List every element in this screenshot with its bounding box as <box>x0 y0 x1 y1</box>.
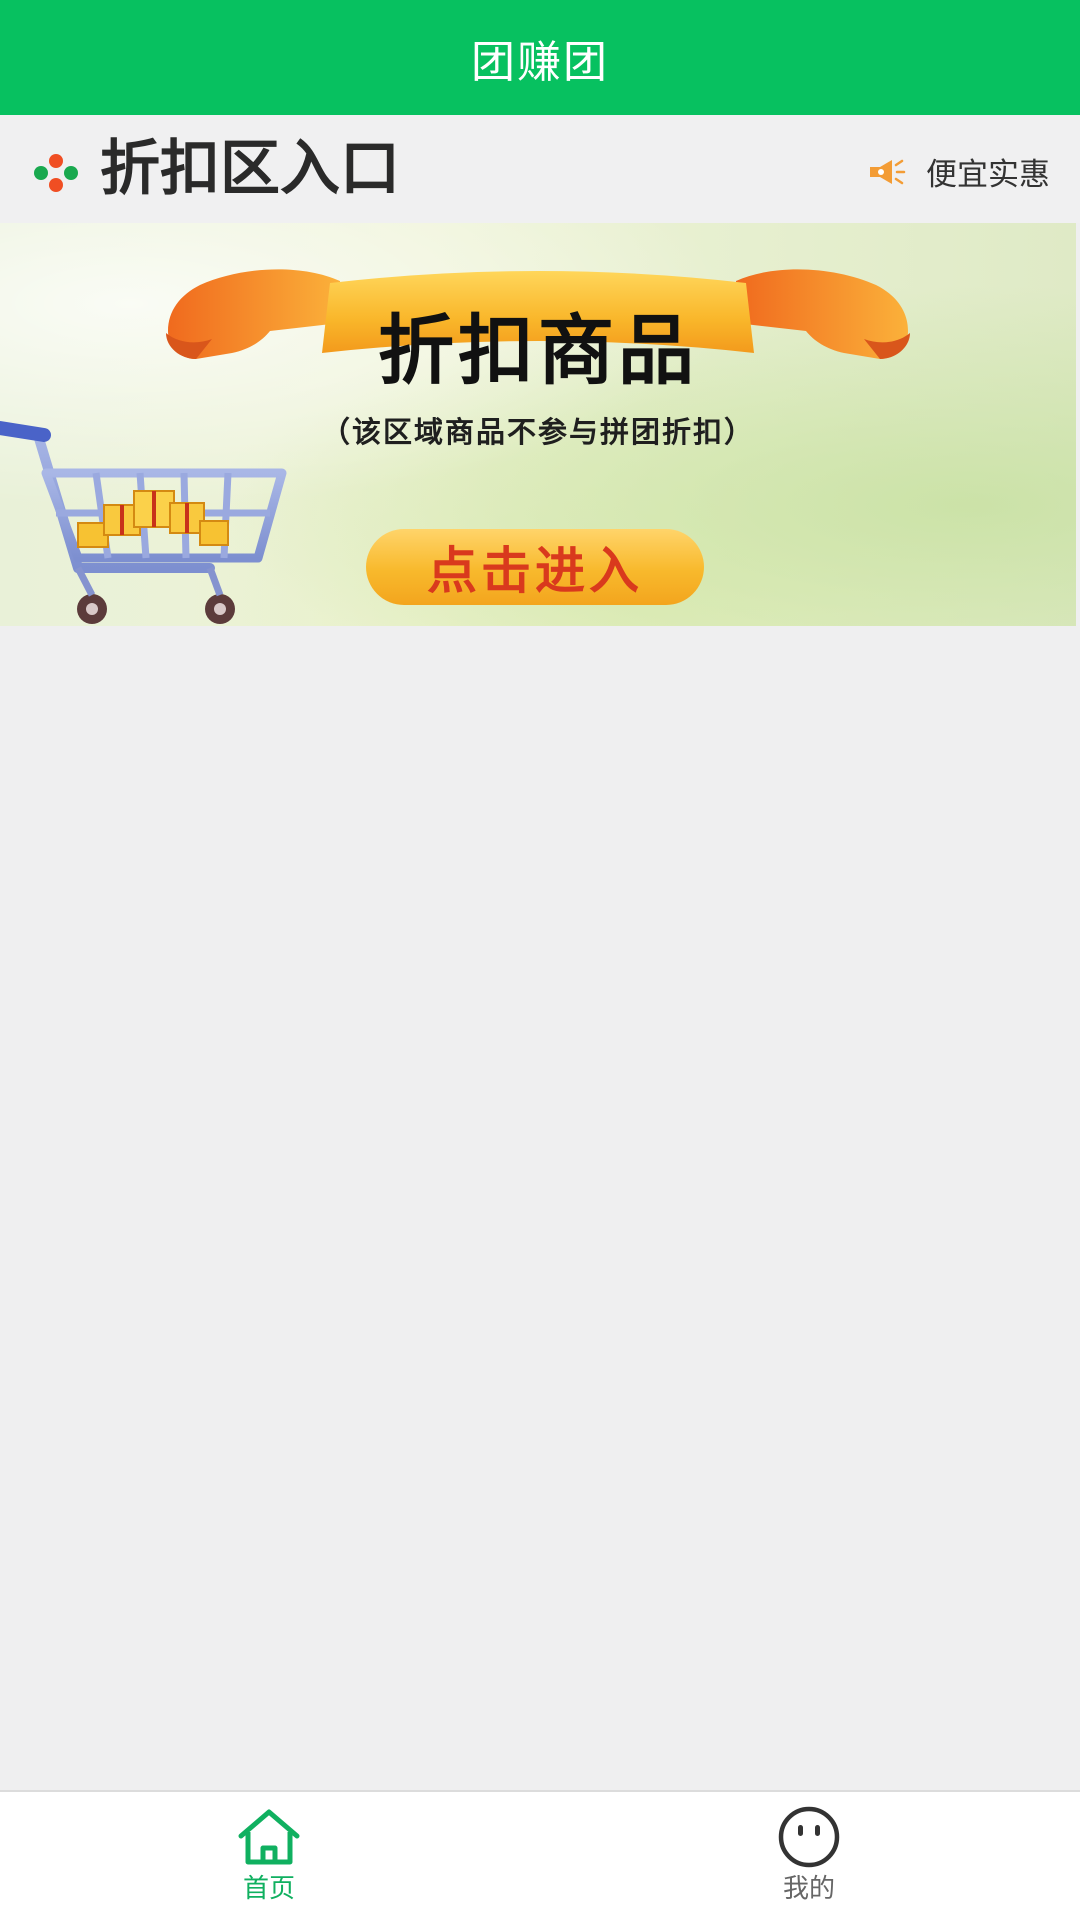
tab-home[interactable]: 首页 <box>169 1806 369 1916</box>
tab-home-label: 首页 <box>242 1874 295 1904</box>
four-dot-icon <box>34 154 78 192</box>
discount-banner[interactable]: 折扣商品 （该区域商品不参与拼团折扣） 点击进入 <box>0 223 1076 626</box>
banner-subtitle: （该区域商品不参与拼团折扣） <box>320 415 755 449</box>
shopping-cart-art <box>0 421 287 624</box>
section-title: 折扣区入口 <box>100 134 400 204</box>
megaphone-icon <box>870 159 906 184</box>
face-icon <box>778 1806 840 1868</box>
section-side-text: 便宜实惠 <box>926 157 1050 193</box>
home-icon <box>238 1809 300 1865</box>
enter-button[interactable]: 点击进入 <box>366 529 704 605</box>
app-screen: 团赚团 折扣区入口 便宜实惠 折扣商品 （该区域商品不参与拼团折扣） 点击进入 … <box>0 0 1080 1920</box>
tab-mine[interactable]: 我的 <box>709 1806 909 1916</box>
section-tagline: 便宜实惠 <box>866 149 1050 194</box>
section-header: 折扣区入口 便宜实惠 <box>0 115 1080 223</box>
bottom-nav: 首页 我的 <box>0 1790 1080 1920</box>
app-title: 团赚团 <box>471 36 609 88</box>
tab-mine-label: 我的 <box>782 1874 835 1904</box>
app-header: 团赚团 <box>0 0 1080 115</box>
banner-title: 折扣商品 <box>378 306 698 395</box>
